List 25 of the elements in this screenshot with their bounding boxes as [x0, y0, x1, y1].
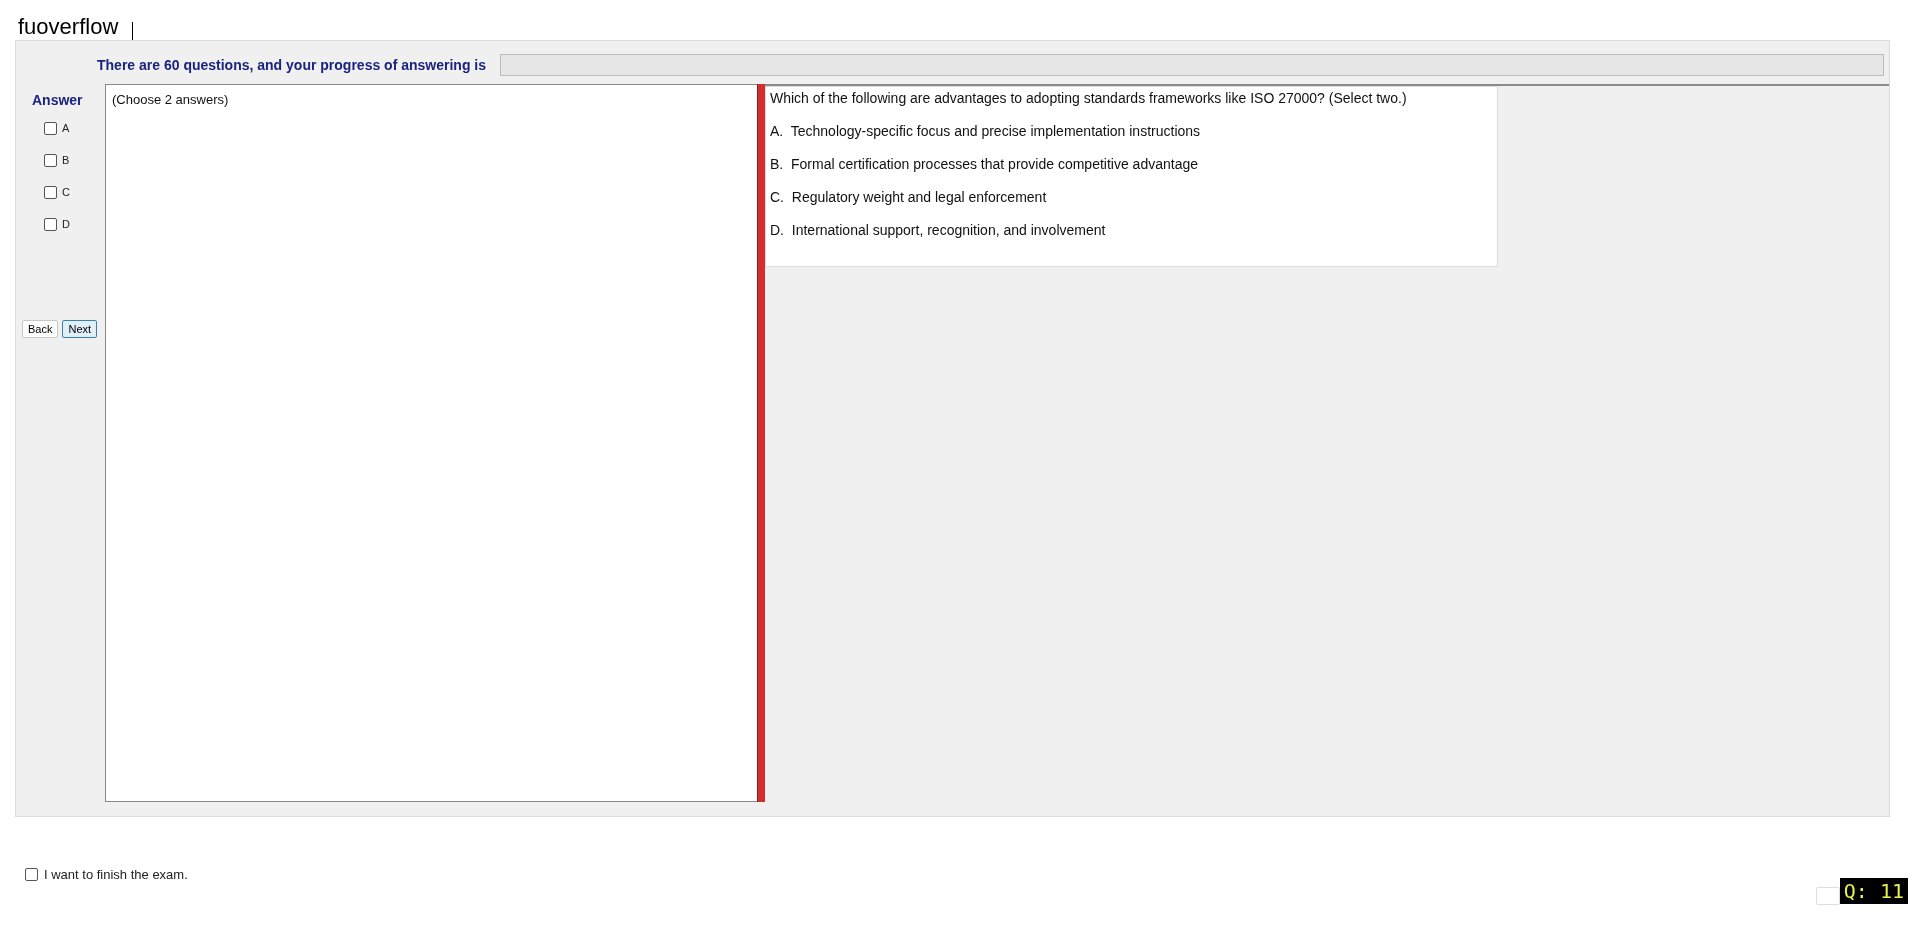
choice-text: A. Technology-specific focus and precise implementation instructions: [770, 122, 1202, 140]
splitter-handle[interactable]: [757, 84, 765, 802]
checkbox[interactable]: [44, 185, 57, 199]
app-title: fuoverflow: [18, 14, 119, 40]
nav-button[interactable]: Back: [22, 320, 59, 338]
choice-text: B. Formal certification processes that provide competitive advantage: [770, 155, 1199, 173]
instruction-text: (Choose 2 answers): [112, 92, 229, 107]
input-field[interactable]: [1815, 887, 1840, 905]
question-text: Which of the following are advantages to adopting standards frameworks like ISO 27000? (Select two.): [770, 89, 1408, 107]
finish-label: I want to finish the exam.: [44, 867, 188, 882]
option-label: B: [62, 154, 70, 166]
choice-text: C. Regulatory weight and legal enforcement: [770, 188, 1048, 206]
checkbox[interactable]: [44, 121, 57, 135]
option-label: D: [62, 218, 70, 230]
text-cursor: [132, 22, 134, 40]
question-counter: Q: 11: [1839, 878, 1908, 904]
choice-text: D. International support, recognition, and involvement: [770, 221, 1107, 239]
answer-heading: Answer: [32, 92, 84, 108]
finish-checkbox[interactable]: [25, 868, 38, 881]
progress-label: There are 60 questions, and your progress of answering is: [97, 57, 486, 73]
option-label: A: [62, 122, 70, 134]
checkbox[interactable]: [44, 217, 57, 231]
nav-button[interactable]: Next: [62, 320, 98, 338]
checkbox[interactable]: [44, 153, 57, 167]
option-label: C: [62, 186, 70, 198]
